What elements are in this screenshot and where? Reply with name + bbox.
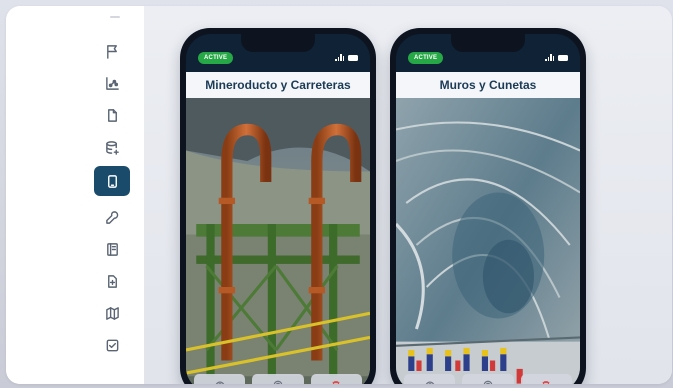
checkbox-icon	[106, 339, 118, 351]
eye-icon	[425, 381, 434, 384]
sidebar-grip	[110, 16, 120, 18]
phone-preview[interactable]: ACTIVE Mineroducto y Carreteras	[180, 28, 376, 384]
sidebar-item-map[interactable]	[94, 298, 130, 328]
mobile-icon	[107, 174, 117, 188]
status-badge: ACTIVE	[408, 52, 444, 64]
phone-screen: ACTIVE Mineroducto y Carreteras	[186, 34, 370, 384]
gear-icon	[483, 380, 493, 384]
flag-icon	[106, 44, 117, 59]
trash-icon	[332, 381, 340, 384]
view-button[interactable]	[194, 374, 246, 384]
trash-icon	[542, 381, 550, 384]
signal-icon	[335, 54, 344, 61]
status-icons	[335, 54, 358, 61]
eye-icon	[215, 381, 224, 384]
sidebar-item-chart[interactable]	[94, 68, 130, 98]
main-content: ACTIVE Mineroducto y Carreteras ACTIVE M…	[144, 6, 672, 384]
sidebar-item-book[interactable]	[94, 234, 130, 264]
chart-icon	[105, 76, 119, 90]
database-add-icon	[105, 140, 119, 155]
battery-icon	[558, 54, 568, 61]
sidebar-item-database[interactable]	[94, 132, 130, 162]
book-icon	[106, 242, 118, 256]
signal-icon	[545, 54, 554, 61]
phone-notch	[241, 34, 315, 52]
status-icons	[545, 54, 568, 61]
sidebar-item-mobile[interactable]	[94, 166, 130, 196]
delete-button[interactable]	[520, 374, 572, 384]
sidebar-item-tools[interactable]	[94, 202, 130, 232]
file-add-icon	[107, 274, 117, 288]
sidebar-item-file-add[interactable]	[94, 266, 130, 296]
sidebar-item-document[interactable]	[94, 100, 130, 130]
document-icon	[107, 108, 117, 122]
sidebar	[6, 6, 144, 384]
open-pit-mine-photo	[396, 98, 580, 384]
app-card: ACTIVE Mineroducto y Carreteras ACTIVE M…	[6, 6, 672, 384]
settings-button[interactable]	[252, 374, 304, 384]
phone-actions	[194, 374, 362, 384]
phone-screen: ACTIVE Muros y Cunetas	[396, 34, 580, 384]
gear-icon	[273, 380, 283, 384]
industrial-pipes-photo	[186, 98, 370, 384]
status-badge: ACTIVE	[198, 52, 234, 64]
delete-button[interactable]	[310, 374, 362, 384]
map-icon	[105, 306, 119, 320]
phone-actions	[404, 374, 572, 384]
phone-preview[interactable]: ACTIVE Muros y Cunetas	[390, 28, 586, 384]
wrench-icon	[105, 210, 118, 224]
settings-button[interactable]	[462, 374, 514, 384]
phone-title: Mineroducto y Carreteras	[186, 72, 370, 98]
sidebar-item-checklist[interactable]	[94, 330, 130, 360]
battery-icon	[348, 54, 358, 61]
phone-notch	[451, 34, 525, 52]
view-button[interactable]	[404, 374, 456, 384]
phone-title: Muros y Cunetas	[396, 72, 580, 98]
sidebar-item-flag[interactable]	[94, 36, 130, 66]
